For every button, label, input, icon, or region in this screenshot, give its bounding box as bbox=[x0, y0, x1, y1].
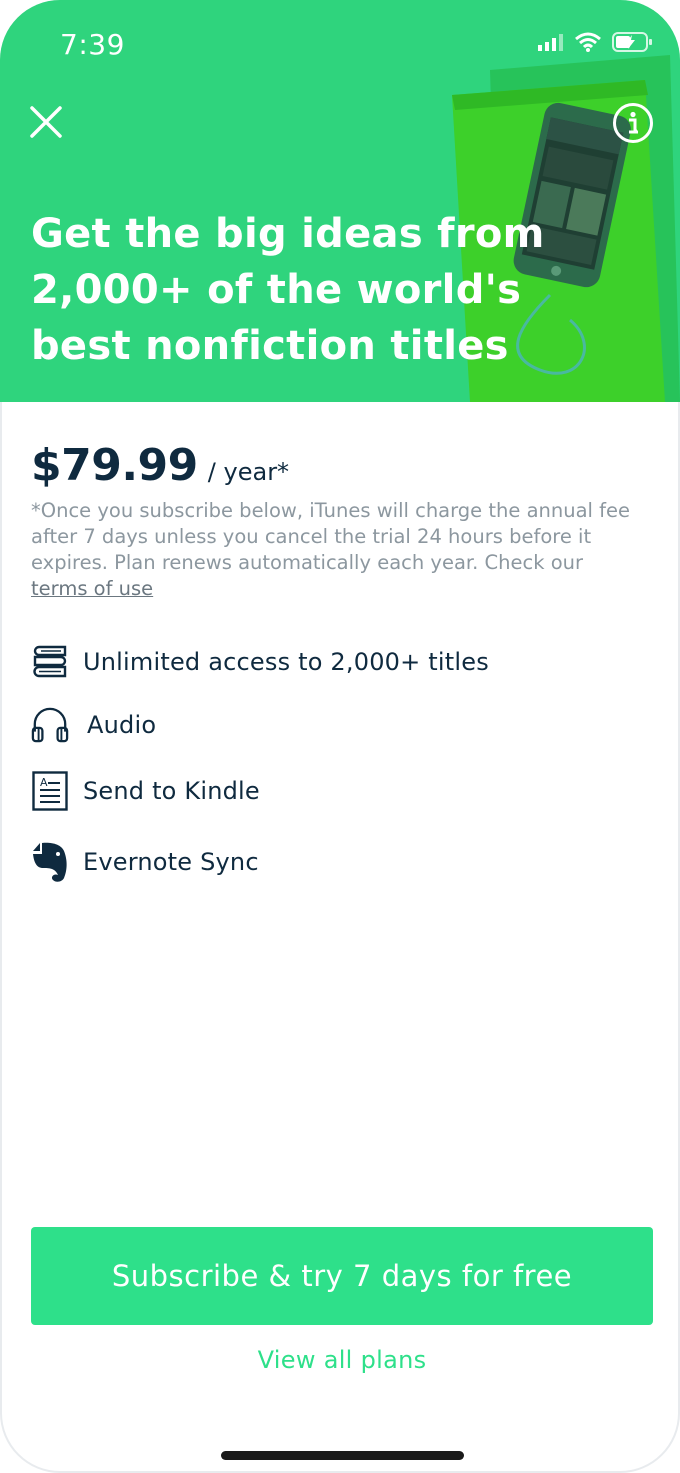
svg-text:A: A bbox=[40, 776, 48, 789]
signal-icon bbox=[538, 34, 563, 51]
headphones-icon bbox=[31, 705, 69, 745]
close-button[interactable] bbox=[28, 104, 64, 140]
status-icons bbox=[538, 32, 654, 52]
headline-line-1: Get the big ideas from bbox=[31, 211, 545, 257]
status-bar: 7:39 bbox=[0, 0, 680, 90]
hero-banner: 7:39 Get the big ideas from 2,000+ of th… bbox=[0, 0, 680, 402]
document-icon: A bbox=[31, 771, 69, 811]
books-icon bbox=[31, 642, 69, 682]
terms-of-use-link[interactable]: terms of use bbox=[31, 577, 153, 600]
feature-label: Unlimited access to 2,000+ titles bbox=[83, 648, 489, 676]
view-all-plans-link[interactable]: View all plans bbox=[0, 1346, 680, 1374]
battery-icon bbox=[612, 32, 652, 52]
info-icon bbox=[613, 103, 653, 143]
price-period: / year* bbox=[207, 458, 290, 486]
disclaimer-text: *Once you subscribe below, iTunes will c… bbox=[31, 499, 631, 574]
wifi-icon bbox=[575, 32, 601, 52]
feature-unlimited-access: Unlimited access to 2,000+ titles bbox=[31, 642, 489, 682]
hero-headline: Get the big ideas from 2,000+ of the wor… bbox=[31, 206, 591, 374]
feature-label: Evernote Sync bbox=[83, 848, 259, 876]
feature-evernote-sync: Evernote Sync bbox=[31, 842, 259, 882]
feature-label: Audio bbox=[87, 711, 157, 739]
evernote-icon bbox=[31, 842, 69, 882]
feature-audio: Audio bbox=[31, 705, 156, 745]
status-time: 7:39 bbox=[60, 28, 125, 61]
price-amount: $79.99 bbox=[31, 440, 198, 491]
subscription-screen: 7:39 Get the big ideas from 2,000+ of th… bbox=[0, 0, 680, 1473]
feature-label: Send to Kindle bbox=[83, 777, 260, 805]
close-icon bbox=[30, 106, 62, 138]
headline-line-2: 2,000+ of the world's bbox=[31, 267, 522, 313]
subscribe-button[interactable]: Subscribe & try 7 days for free bbox=[31, 1227, 653, 1325]
feature-send-to-kindle: A Send to Kindle bbox=[31, 771, 260, 811]
headline-line-3: best nonfiction titles bbox=[31, 323, 509, 369]
price-row: $79.99 / year* bbox=[31, 440, 289, 491]
home-indicator bbox=[221, 1451, 464, 1460]
billing-disclaimer: *Once you subscribe below, iTunes will c… bbox=[31, 498, 656, 602]
info-button[interactable] bbox=[612, 102, 654, 144]
